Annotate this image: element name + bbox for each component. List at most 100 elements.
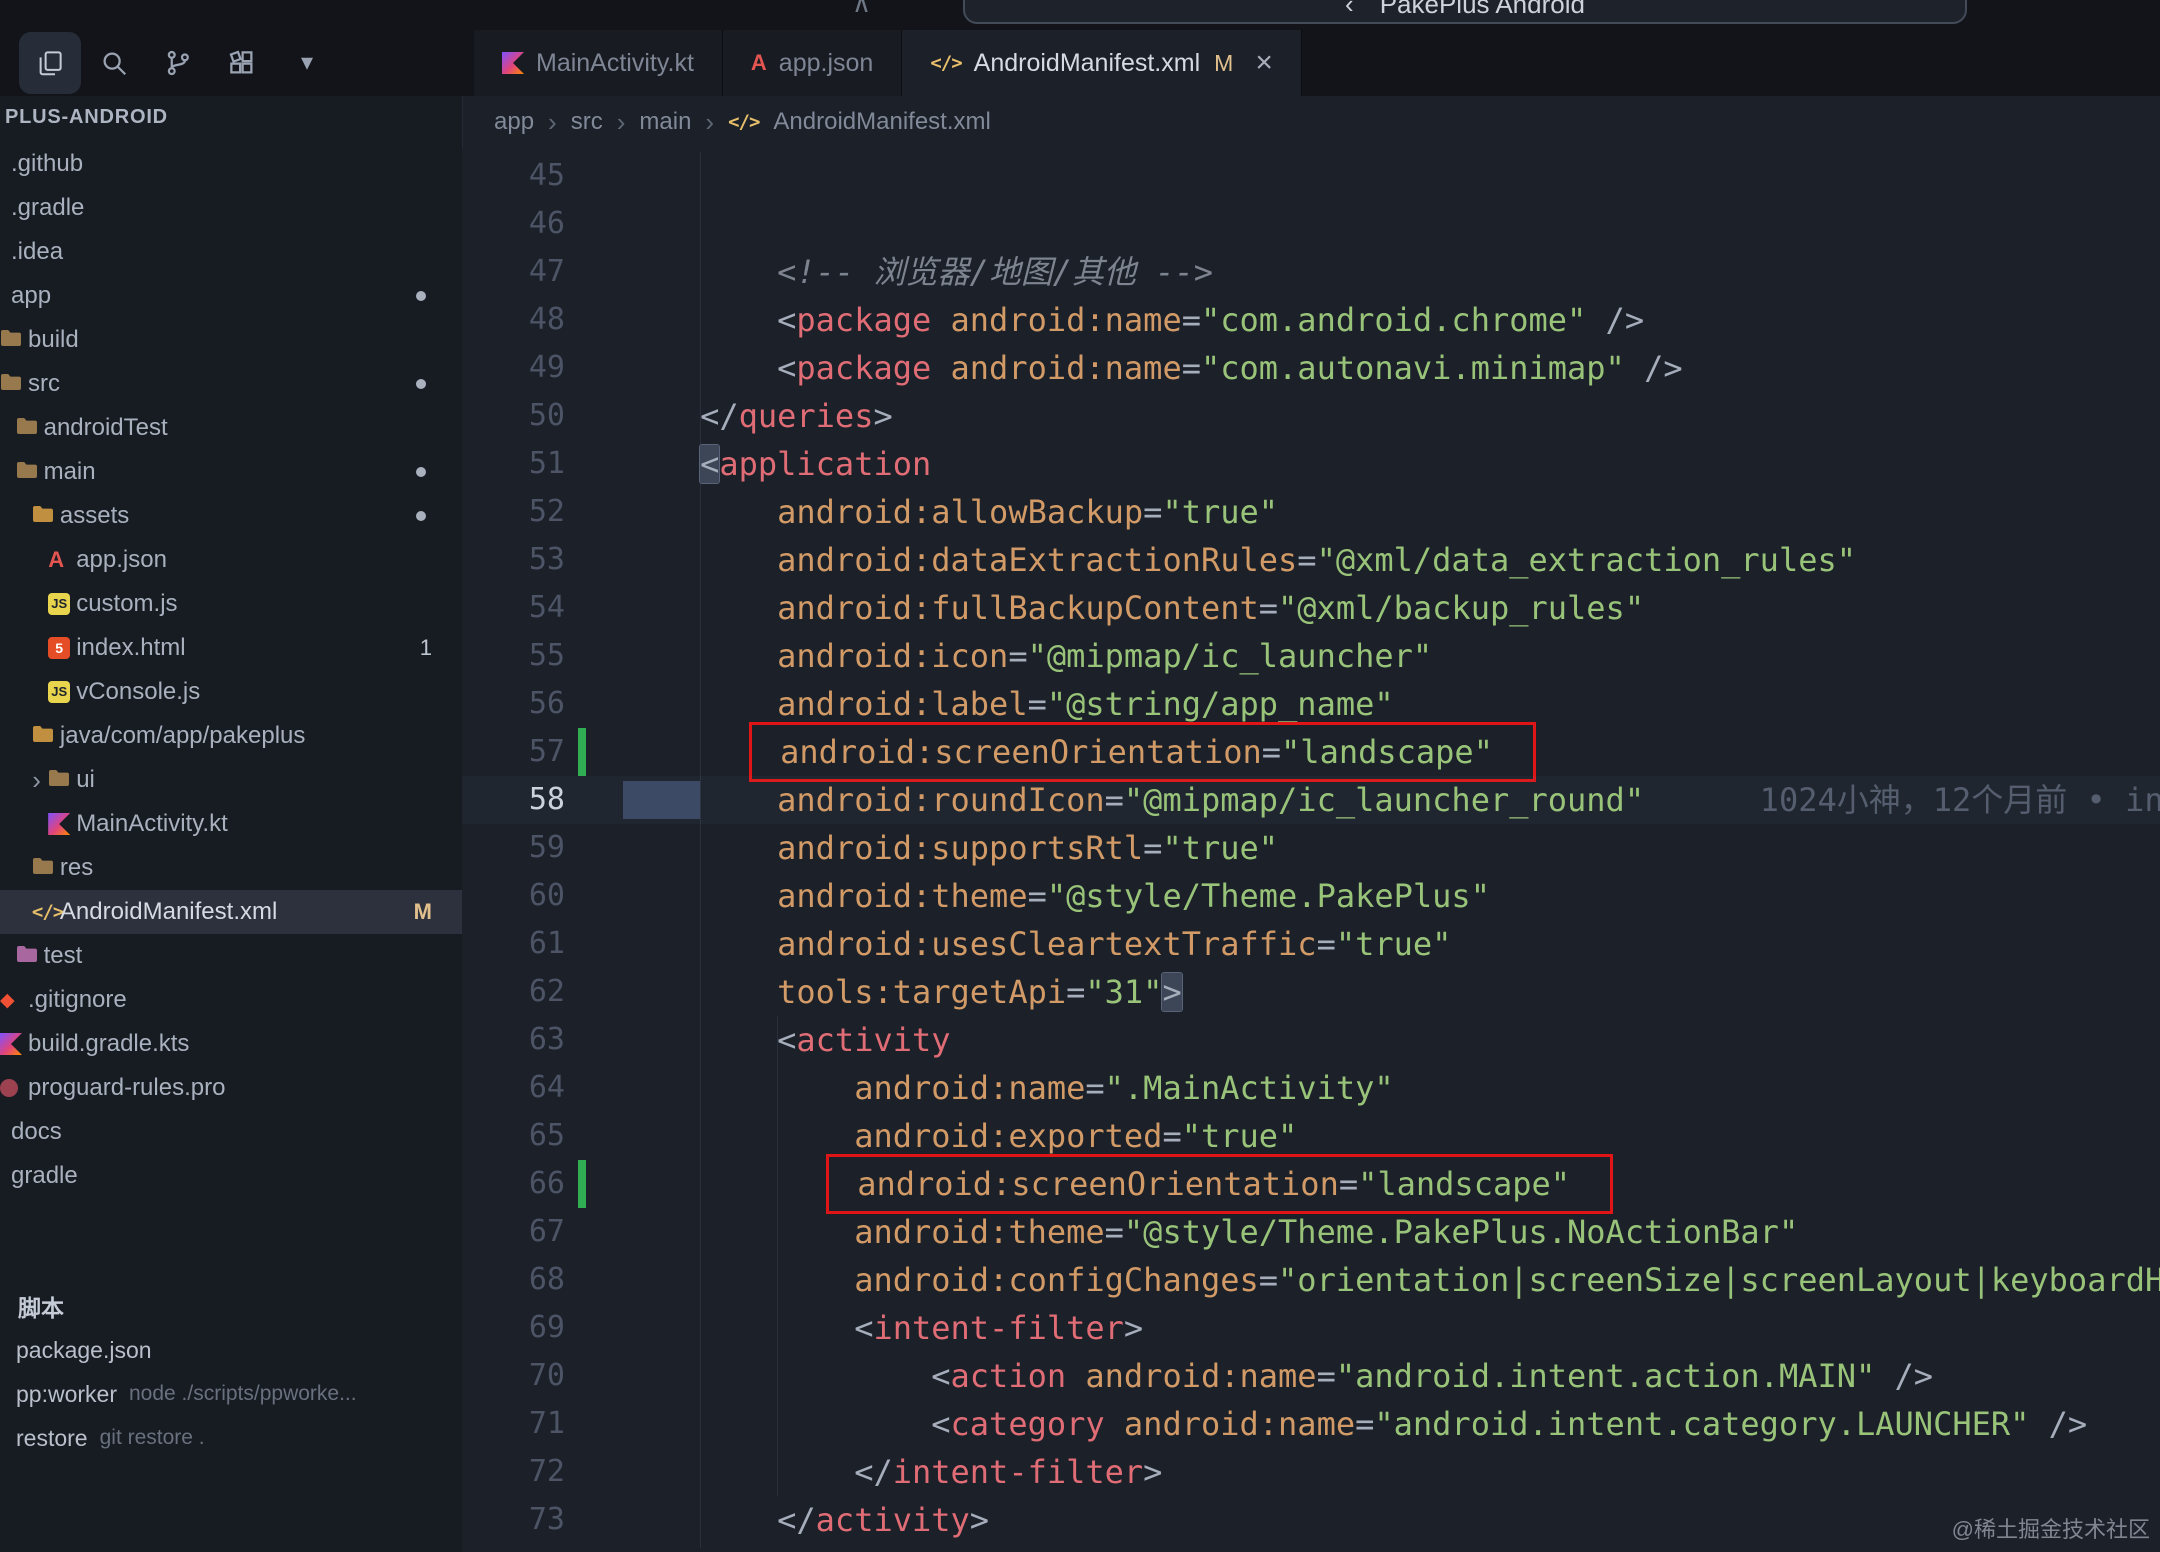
- code-line-66[interactable]: 66 android:screenOrientation="landscape": [462, 1160, 2160, 1208]
- tree-item-androidTest[interactable]: androidTest: [0, 406, 462, 450]
- line-number: 62: [462, 968, 565, 1016]
- breadcrumb-item[interactable]: src: [571, 108, 603, 136]
- kotlin-icon: [0, 1033, 22, 1055]
- code-line-64[interactable]: 64 android:name=".MainActivity": [462, 1064, 2160, 1112]
- tree-item-main[interactable]: main: [0, 450, 462, 494]
- javascript-icon: JS: [48, 593, 70, 615]
- code-line-71[interactable]: 71 <category android:name="android.inten…: [462, 1400, 2160, 1448]
- line-number: 52: [462, 488, 565, 536]
- code-line-72[interactable]: 72 </intent-filter>: [462, 1448, 2160, 1496]
- breadcrumb-item[interactable]: main: [639, 108, 691, 136]
- tree-item-label: .gradle: [11, 194, 84, 222]
- tree-item-docs[interactable]: docs: [0, 1110, 462, 1154]
- tree-item-custom.js[interactable]: JScustom.js: [0, 582, 462, 626]
- extensions-icon[interactable]: [227, 48, 257, 78]
- search-icon[interactable]: [99, 48, 129, 78]
- chevron-right-icon: ›: [548, 107, 557, 138]
- code-text: <package android:name="com.autonavi.mini…: [623, 344, 1683, 392]
- code-line-70[interactable]: 70 <action android:name="android.intent.…: [462, 1352, 2160, 1400]
- tree-item-build[interactable]: build: [0, 318, 462, 362]
- line-number: 72: [462, 1448, 565, 1496]
- code-line-65[interactable]: 65 android:exported="true": [462, 1112, 2160, 1160]
- code-line-54[interactable]: 54 android:fullBackupContent="@xml/backu…: [462, 584, 2160, 632]
- files-icon[interactable]: [35, 48, 65, 78]
- code-line-51[interactable]: 51 <application: [462, 440, 2160, 488]
- tree-item-build.gradle.kts[interactable]: build.gradle.kts: [0, 1022, 462, 1066]
- code-line-73[interactable]: 73 </activity>: [462, 1496, 2160, 1544]
- tree-item-proguard-rules.pro[interactable]: proguard-rules.pro: [0, 1066, 462, 1110]
- quick-input[interactable]: ‹ PakePlus Android: [963, 0, 1967, 24]
- tree-item-assets[interactable]: assets: [0, 494, 462, 538]
- tree-item-MainActivity.kt[interactable]: MainActivity.kt: [0, 802, 462, 846]
- script-item-restore[interactable]: restoregit restore .: [0, 1416, 462, 1460]
- tree-item-AndroidManifest.xml[interactable]: </>AndroidManifest.xmlM: [0, 890, 462, 934]
- tree-item-ui[interactable]: ›ui: [0, 758, 462, 802]
- code-line-59[interactable]: 59 android:supportsRtl="true": [462, 824, 2160, 872]
- scripts-header[interactable]: 脚本: [0, 1284, 462, 1328]
- code-text: <activity: [623, 1016, 951, 1064]
- code-text: </queries>: [623, 392, 893, 440]
- breadcrumb-file[interactable]: AndroidManifest.xml: [773, 108, 990, 136]
- code-line-57[interactable]: 57 android:screenOrientation="landscape": [462, 728, 2160, 776]
- code-text: <application: [623, 440, 931, 488]
- code-line-46[interactable]: 46: [462, 200, 2160, 248]
- code-text: android:theme="@style/Theme.PakePlus.NoA…: [623, 1208, 1798, 1256]
- code-line-47[interactable]: 47 <!-- 浏览器/地图/其他 -->: [462, 248, 2160, 296]
- chevron-down-icon[interactable]: ▾: [292, 48, 322, 78]
- git-branch-icon[interactable]: [163, 48, 193, 78]
- code-editor[interactable]: 454647 <!-- 浏览器/地图/其他 -->48 <package and…: [462, 148, 2160, 1552]
- tree-item-app.json[interactable]: Aapp.json: [0, 538, 462, 582]
- code-line-45[interactable]: 45: [462, 152, 2160, 200]
- line-number: 63: [462, 1016, 565, 1064]
- tree-item-gradle[interactable]: gradle: [0, 1154, 462, 1198]
- code-line-56[interactable]: 56 android:label="@string/app_name": [462, 680, 2160, 728]
- tab-MainActivity.kt[interactable]: MainActivity.kt: [474, 30, 723, 96]
- folder-icon: [16, 942, 38, 970]
- code-line-67[interactable]: 67 android:theme="@style/Theme.PakePlus.…: [462, 1208, 2160, 1256]
- code-line-48[interactable]: 48 <package android:name="com.android.ch…: [462, 296, 2160, 344]
- annotation-red-box: android:screenOrientation="landscape": [749, 722, 1536, 782]
- tree-item-.github[interactable]: .github: [0, 142, 462, 186]
- tree-item-src[interactable]: src: [0, 362, 462, 406]
- code-line-50[interactable]: 50 </queries>: [462, 392, 2160, 440]
- code-line-69[interactable]: 69 <intent-filter>: [462, 1304, 2160, 1352]
- code-line-68[interactable]: 68 android:configChanges="orientation|sc…: [462, 1256, 2160, 1304]
- script-item-pp:worker[interactable]: pp:workernode ./scripts/ppworke...: [0, 1372, 462, 1416]
- modified-indicator: M: [1214, 50, 1233, 77]
- line-number: 73: [462, 1496, 565, 1544]
- close-icon[interactable]: ×: [1255, 48, 1273, 78]
- tree-item-.gradle[interactable]: .gradle: [0, 186, 462, 230]
- annotation-red-box: android:screenOrientation="landscape": [826, 1154, 1613, 1214]
- project-title: PLUS-ANDROID: [5, 106, 168, 129]
- tree-item-label: build: [28, 326, 79, 354]
- tree-item-index.html[interactable]: 5index.html1: [0, 626, 462, 670]
- code-line-49[interactable]: 49 <package android:name="com.autonavi.m…: [462, 344, 2160, 392]
- code-line-58[interactable]: 58 android:roundIcon="@mipmap/ic_launche…: [462, 776, 2160, 824]
- tree-item-vConsole.js[interactable]: JSvConsole.js: [0, 670, 462, 714]
- tree-item-label: test: [44, 942, 83, 970]
- code-line-53[interactable]: 53 android:dataExtractionRules="@xml/dat…: [462, 536, 2160, 584]
- tree-item-res[interactable]: res: [0, 846, 462, 890]
- tree-item-.idea[interactable]: .idea: [0, 230, 462, 274]
- html-icon: 5: [48, 637, 70, 659]
- line-number: 68: [462, 1256, 565, 1304]
- back-chevron-icon: ‹: [1345, 0, 1354, 20]
- script-item-package.json[interactable]: package.json: [0, 1328, 462, 1372]
- breadcrumb-item[interactable]: app: [494, 108, 534, 136]
- tree-item-java/com/app/pakeplus[interactable]: java/com/app/pakeplus: [0, 714, 462, 758]
- code-line-63[interactable]: 63 <activity: [462, 1016, 2160, 1064]
- tree-item-label: .idea: [11, 238, 63, 266]
- tree-item-app[interactable]: app: [0, 274, 462, 318]
- line-number: 61: [462, 920, 565, 968]
- kotlin-icon: [502, 52, 524, 74]
- code-line-62[interactable]: 62 tools:targetApi="31">: [462, 968, 2160, 1016]
- tab-app.json[interactable]: Aapp.json: [723, 30, 902, 96]
- code-line-52[interactable]: 52 android:allowBackup="true": [462, 488, 2160, 536]
- tree-item-.gitignore[interactable]: ◆.gitignore: [0, 978, 462, 1022]
- folder-icon: [0, 370, 22, 398]
- tree-item-test[interactable]: test: [0, 934, 462, 978]
- code-line-60[interactable]: 60 android:theme="@style/Theme.PakePlus": [462, 872, 2160, 920]
- code-line-55[interactable]: 55 android:icon="@mipmap/ic_launcher": [462, 632, 2160, 680]
- code-line-61[interactable]: 61 android:usesCleartextTraffic="true": [462, 920, 2160, 968]
- tab-AndroidManifest.xml[interactable]: </>AndroidManifest.xmlM×: [902, 30, 1302, 96]
